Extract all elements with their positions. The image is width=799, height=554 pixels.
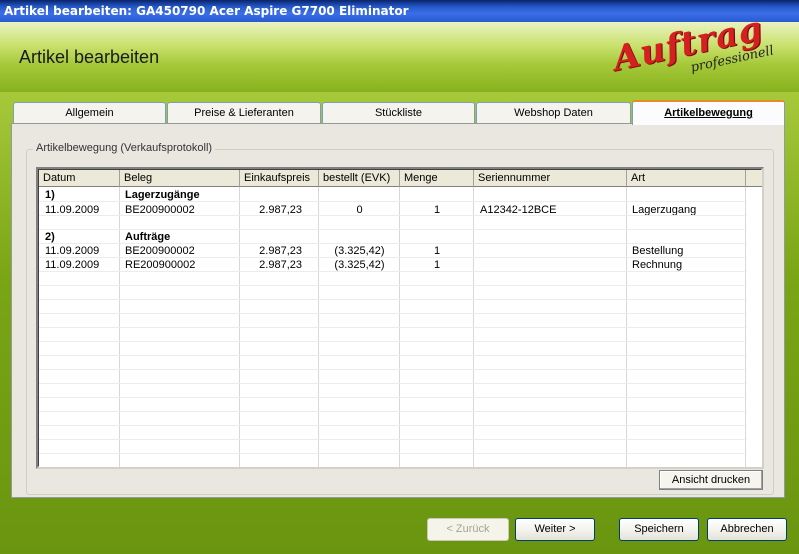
table-row-line [39, 327, 747, 328]
logo-word: Auftrag [609, 8, 767, 80]
table-row-line [39, 369, 747, 370]
tab-stueckliste[interactable]: Stückliste [322, 102, 475, 124]
table-row-cell: Aufträge [125, 231, 171, 243]
table-row-cell[interactable]: 2.987,23 [240, 258, 302, 272]
table-row-cell[interactable]: 11.09.2009 [45, 244, 99, 258]
tab-webshop-daten[interactable]: Webshop Daten [476, 102, 631, 124]
table-row-cell: 1) [45, 189, 55, 201]
tab-artikelbewegung[interactable]: Artikelbewegung [632, 100, 785, 125]
table-row-line [39, 341, 747, 342]
tab-allgemein[interactable]: Allgemein [13, 102, 166, 124]
table-row-line [39, 201, 747, 202]
header-spacer [746, 170, 762, 187]
cancel-button[interactable]: Abbrechen [707, 518, 787, 541]
table-row-line [39, 439, 747, 440]
table-row-cell[interactable]: 1 [400, 258, 474, 272]
table-row-line [39, 411, 747, 412]
table-row-cell: 2) [45, 231, 55, 243]
table-row-cell[interactable]: (3.325,42) [319, 244, 400, 258]
header-seriennummer[interactable]: Seriennummer [474, 170, 627, 187]
header-art[interactable]: Art [627, 170, 746, 187]
header-bestellt[interactable]: bestellt (EVK) [319, 170, 400, 187]
window-title: Artikel bearbeiten: GA450790 Acer Aspire… [4, 4, 409, 18]
print-view-button[interactable]: Ansicht drucken [659, 470, 763, 490]
table-row-cell[interactable]: 1 [400, 244, 474, 258]
table-row-line [39, 271, 747, 272]
window-titlebar[interactable]: Artikel bearbeiten: GA450790 Acer Aspire… [0, 0, 799, 22]
table-row-line [39, 453, 747, 454]
table-row-cell: Lagerzugänge [125, 189, 200, 201]
page-title: Artikel bearbeiten [19, 47, 160, 67]
table-row-line [39, 313, 747, 314]
table-row-line [39, 383, 747, 384]
header-einkaufspreis[interactable]: Einkaufspreis [240, 170, 319, 187]
table-row-cell[interactable]: RE200900002 [125, 258, 195, 272]
table-row-line [39, 467, 747, 468]
table-row-line [39, 243, 747, 244]
table-row-line [39, 299, 747, 300]
table-row-cell[interactable]: (3.325,42) [319, 258, 400, 272]
table-row-line [39, 257, 747, 258]
header-menge[interactable]: Menge [400, 170, 474, 187]
movement-table[interactable]: Datum Beleg Einkaufspreis bestellt (EVK)… [36, 167, 764, 469]
back-button[interactable]: < Zurück [427, 518, 509, 541]
header-beleg[interactable]: Beleg [120, 170, 240, 187]
table-row-cell[interactable]: Rechnung [632, 258, 682, 272]
table-row-cell[interactable]: BE200900002 [125, 244, 195, 258]
save-button[interactable]: Speichern [619, 518, 699, 541]
table-row-line [39, 397, 747, 398]
header-datum[interactable]: Datum [39, 170, 120, 187]
table-row-line [39, 285, 747, 286]
table-row-line [39, 215, 747, 216]
table-row-line [39, 355, 747, 356]
table-row-cell[interactable]: 2.987,23 [240, 244, 302, 258]
table-row-line [39, 425, 747, 426]
table-row-line [39, 229, 747, 230]
app-logo: Auftrag professionell [610, 9, 790, 80]
tab-preise-lieferanten[interactable]: Preise & Lieferanten [167, 102, 321, 124]
table-row-cell[interactable]: 11.09.2009 [45, 258, 99, 272]
table-row-cell[interactable]: Bestellung [632, 244, 683, 258]
groupbox-label: Artikelbewegung (Verkaufsprotokoll) [33, 142, 216, 154]
next-button[interactable]: Weiter > [515, 518, 595, 541]
